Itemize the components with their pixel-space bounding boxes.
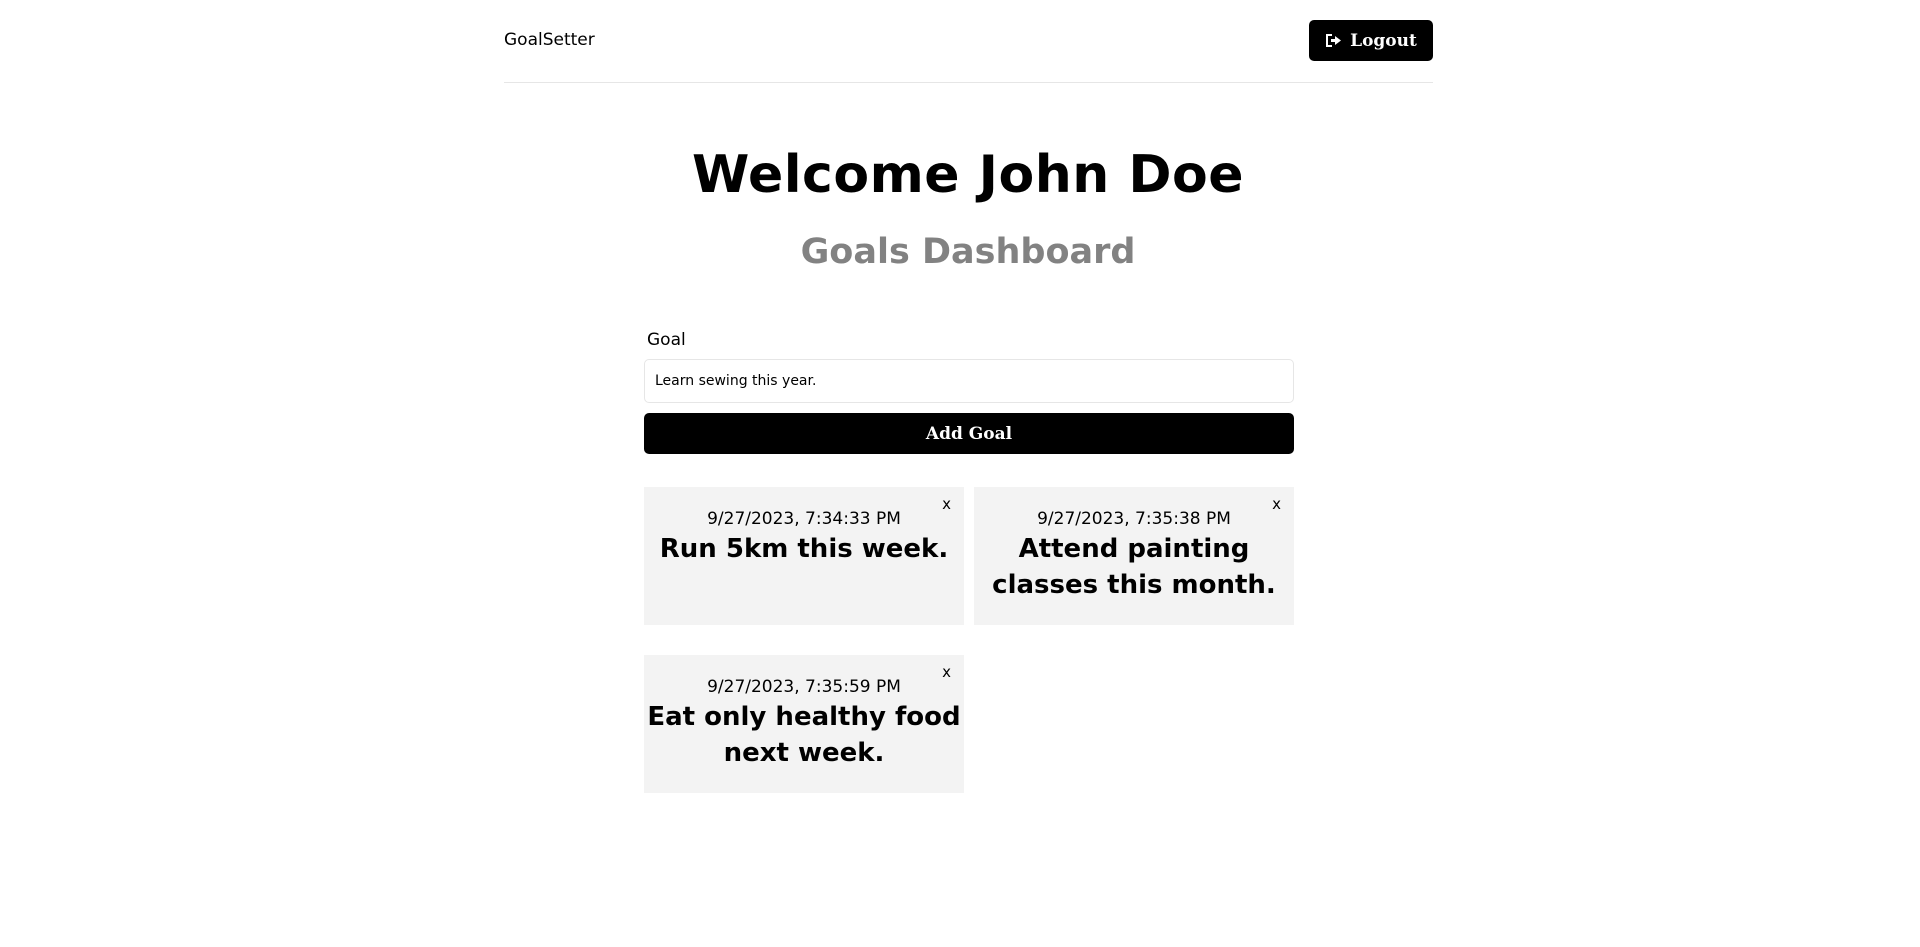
goal-card: 9/27/2023, 7:35:38 PM Attend painting cl…	[974, 487, 1294, 625]
goal-text: Attend painting classes this month.	[992, 534, 1276, 600]
goal-date: 9/27/2023, 7:35:38 PM	[1037, 509, 1231, 529]
goal-input[interactable]	[644, 359, 1294, 403]
goal-date: 9/27/2023, 7:34:33 PM	[707, 509, 901, 529]
goal-text: Eat only healthy food next week.	[647, 702, 961, 768]
goal-label: Goal	[647, 330, 686, 350]
header: GoalSetter Logout	[504, 0, 1433, 83]
welcome-heading: Welcome John Doe	[691, 145, 1245, 205]
add-goal-button[interactable]: Add Goal	[644, 413, 1294, 454]
sign-out-icon	[1325, 33, 1342, 48]
delete-goal-button[interactable]: x	[942, 495, 951, 513]
delete-goal-button[interactable]: x	[942, 663, 951, 681]
app-logo[interactable]: GoalSetter	[504, 30, 595, 50]
goal-date: 9/27/2023, 7:35:59 PM	[707, 677, 901, 697]
logout-label: Logout	[1350, 30, 1417, 51]
goals-list: 9/27/2023, 7:34:33 PM Run 5km this week.…	[644, 487, 1294, 793]
logout-button[interactable]: Logout	[1309, 20, 1433, 61]
goal-text: Run 5km this week.	[659, 534, 949, 564]
goal-form: Goal Add Goal	[644, 330, 1294, 454]
dashboard-subtitle: Goals Dashboard	[800, 232, 1136, 272]
goal-card: 9/27/2023, 7:34:33 PM Run 5km this week.…	[644, 487, 964, 625]
delete-goal-button[interactable]: x	[1272, 495, 1281, 513]
goal-card: 9/27/2023, 7:35:59 PM Eat only healthy f…	[644, 655, 964, 793]
